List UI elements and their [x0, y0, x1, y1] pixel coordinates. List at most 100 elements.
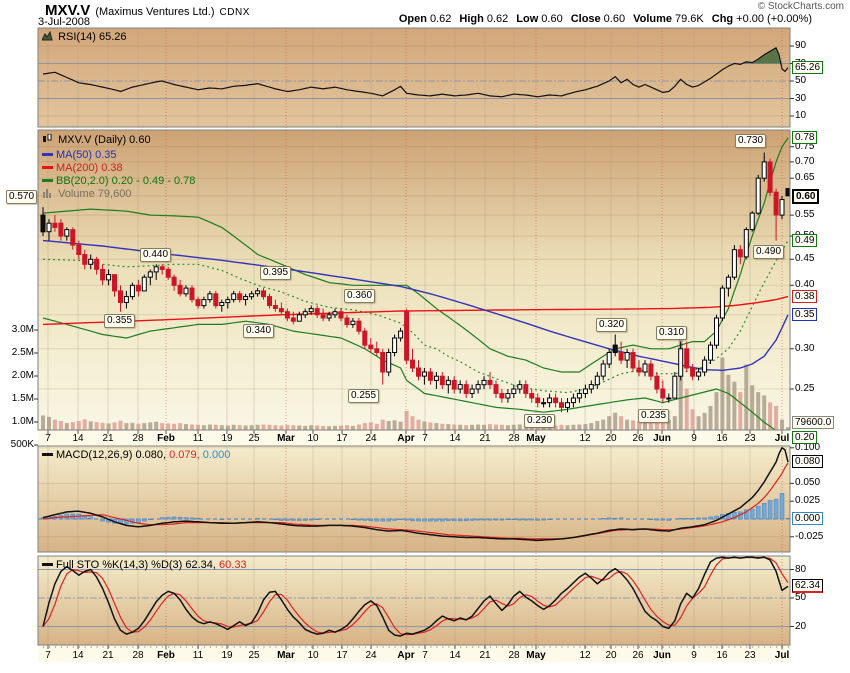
price-annotation: 0.395: [260, 266, 291, 280]
rsi-legend-label: RSI(14) 65.26: [58, 31, 126, 43]
date-tick-label: 10: [307, 650, 318, 661]
date-tick-label: Apr: [397, 650, 414, 661]
axis-value-box: 0.20: [792, 431, 817, 444]
date-tick-label: 7: [45, 650, 51, 661]
axis-value-box: 65.26: [792, 61, 823, 74]
date-tick-label: 10: [307, 433, 318, 444]
date-tick-label: 23: [744, 650, 755, 661]
date-tick-label: 11: [193, 433, 203, 444]
ma50-swatch: [42, 153, 53, 156]
date-tick-label: 14: [449, 433, 460, 444]
axis-value-box: 0.080: [792, 455, 823, 468]
date-tick-label: 28: [508, 433, 519, 444]
price-annotation: 0.230: [524, 414, 555, 428]
stockcharts-daily-chart: MXV.V(Maximus Ventures Ltd.)CDNX 3-Jul-2…: [0, 0, 850, 668]
price-annotation: 0.570: [6, 190, 37, 204]
date-tick-label: Feb: [157, 433, 175, 444]
macd-axis-tick: -0.025: [795, 532, 823, 542]
price-annotation: 0.355: [104, 314, 135, 328]
rsi-axis-tick: 50: [795, 76, 806, 86]
price-annotation: 0.255: [348, 389, 379, 403]
sto-axis-tick: 20: [795, 622, 806, 632]
date-tick-label: 21: [479, 433, 490, 444]
price-axis-tick: 0.70: [795, 157, 814, 167]
date-tick-label: 7: [422, 650, 428, 661]
date-tick-label: May: [526, 650, 545, 661]
axis-value-box: 0.35: [792, 308, 817, 321]
axis-value-box: 0.000: [792, 512, 823, 525]
date-tick-label: 25: [248, 650, 259, 661]
date-tick-label: 14: [72, 650, 83, 661]
sto-legend: Full STO %K(14,3) %D(3) 62.34, 60.33: [42, 559, 247, 571]
rsi-axis-tick: 30: [795, 94, 806, 104]
axis-value-box: 79600.0: [792, 416, 834, 429]
price-annotation: 0.490: [753, 245, 784, 259]
ma200-legend: MA(200) 0.38: [42, 162, 123, 174]
volume-axis-tick: 500K: [0, 440, 34, 450]
axis-value-box: 62.34: [792, 579, 823, 593]
price-annotation: 0.340: [243, 324, 274, 338]
date-tick-label: Mar: [277, 433, 295, 444]
date-tick-label: 28: [132, 650, 143, 661]
sto-axis-tick: 80: [795, 565, 806, 575]
price-axis-tick: 0.40: [795, 280, 814, 290]
date-tick-label: Feb: [157, 650, 175, 661]
date-tick-label: 9: [691, 650, 697, 661]
price-axis-tick: 0.25: [795, 384, 814, 394]
date-tick-label: 17: [336, 433, 347, 444]
date-tick-label: 7: [422, 433, 428, 444]
date-tick-label: Jun: [653, 433, 671, 444]
price-axis-tick: 0.45: [795, 254, 814, 264]
candles-icon: [42, 134, 53, 144]
main-legend-title: MXV.V (Daily) 0.60: [42, 134, 151, 146]
date-tick-label: 20: [605, 650, 616, 661]
date-tick-label: 28: [132, 433, 143, 444]
ma200-swatch: [42, 166, 53, 169]
date-tick-label: 11: [193, 650, 203, 661]
rsi-axis-tick: 90: [795, 41, 806, 51]
date-tick-label: 20: [605, 433, 616, 444]
macd-swatch: [42, 453, 53, 456]
volume-axis-tick: 1.5M: [0, 394, 34, 404]
date-tick-label: Apr: [397, 433, 414, 444]
volume-axis-tick: 3.0M: [0, 325, 34, 335]
price-annotation: 0.310: [656, 326, 687, 340]
axis-value-box: 0.60: [792, 189, 819, 204]
date-tick-label: 24: [365, 433, 376, 444]
volume-bars-icon: [42, 188, 53, 198]
date-tick-label: 21: [102, 650, 113, 661]
date-tick-label: 19: [221, 650, 232, 661]
date-tick-label: 21: [102, 433, 113, 444]
date-tick-label: 25: [248, 433, 259, 444]
date-tick-label: 26: [632, 650, 643, 661]
date-tick-label: 12: [579, 650, 590, 661]
date-tick-label: Jul: [775, 433, 789, 444]
date-tick-label: 12: [579, 433, 590, 444]
price-annotation: 0.235: [638, 409, 669, 423]
date-tick-label: 16: [716, 650, 727, 661]
bb-swatch: [42, 179, 53, 182]
volume-axis-tick: 2.5M: [0, 348, 34, 358]
macd-axis-tick: 0.025: [795, 496, 820, 506]
axis-value-box: 0.78: [792, 131, 817, 144]
price-annotation: 0.730: [735, 134, 766, 148]
date-tick-label: Jun: [653, 650, 671, 661]
price-annotation: 0.360: [344, 289, 375, 303]
price-axis-tick: 0.65: [795, 173, 814, 183]
macd-axis-tick: 0.050: [795, 478, 820, 488]
indicator-icon: [42, 31, 53, 41]
date-tick-label: Jul: [775, 650, 789, 661]
axis-value-box: 0.49: [792, 234, 817, 247]
date-tick-label: 14: [72, 433, 83, 444]
date-tick-label: 7: [45, 433, 51, 444]
volume-axis-tick: 2.0M: [0, 371, 34, 381]
date-tick-label: 19: [221, 433, 232, 444]
date-tick-label: 21: [479, 650, 490, 661]
volume-axis-tick: 1.0M: [0, 417, 34, 427]
bb-legend: BB(20,2.0) 0.20 - 0.49 - 0.78: [42, 175, 195, 187]
macd-legend: MACD(12,26,9) 0.080, 0.079, 0.000: [42, 449, 230, 461]
date-tick-label: 24: [365, 650, 376, 661]
date-tick-label: May: [526, 433, 545, 444]
date-tick-label: 26: [632, 433, 643, 444]
rsi-axis-tick: 10: [795, 111, 806, 121]
